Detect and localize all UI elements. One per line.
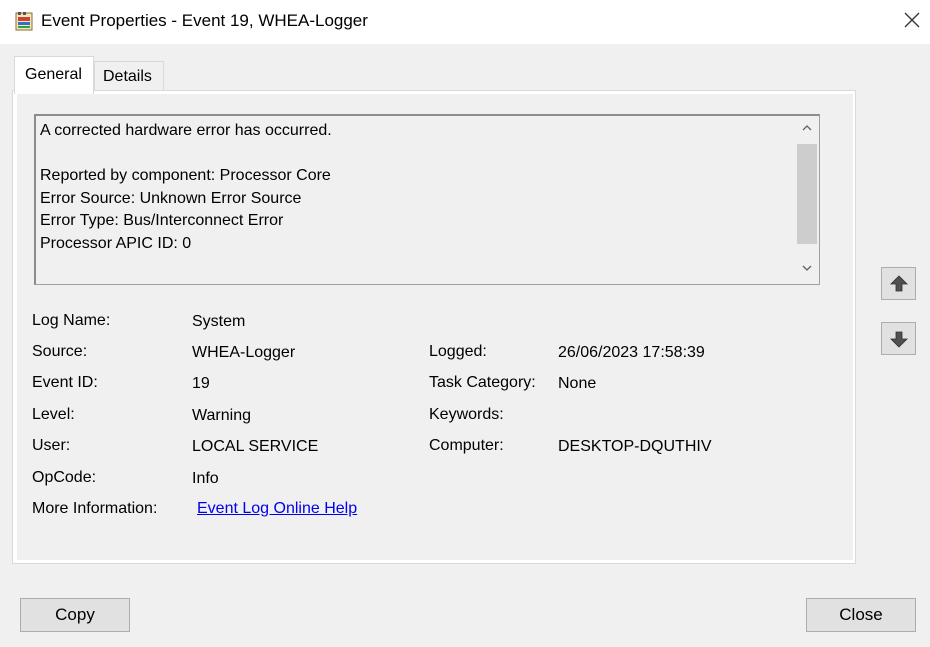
next-event-button[interactable] (881, 322, 916, 355)
close-button[interactable]: Close (806, 598, 916, 632)
task-category-label: Task Category: (429, 374, 536, 391)
source-label: Source: (32, 343, 88, 360)
level-value: Warning (192, 407, 251, 424)
more-information-label: More Information: (32, 500, 158, 517)
log-name-value: System (192, 313, 246, 330)
arrow-up-icon (890, 275, 908, 292)
previous-event-button[interactable] (881, 267, 916, 300)
keywords-label: Keywords: (429, 406, 504, 423)
level-label: Level: (32, 406, 75, 423)
close-icon[interactable] (896, 6, 928, 36)
logged-label: Logged: (429, 343, 487, 360)
event-description-box[interactable]: A corrected hardware error has occurred.… (34, 114, 820, 285)
logged-value: 26/06/2023 17:58:39 (558, 344, 705, 361)
tab-general[interactable]: General (14, 56, 94, 94)
opcode-label: OpCode: (32, 469, 97, 486)
description-scrollbar[interactable] (795, 116, 819, 284)
event-log-online-help-link[interactable]: Event Log Online Help (197, 500, 357, 518)
scroll-thumb[interactable] (797, 144, 817, 244)
event-description-text: A corrected hardware error has occurred.… (40, 122, 332, 252)
event-id-label: Event ID: (32, 374, 98, 391)
tab-details[interactable]: Details (94, 61, 164, 91)
scroll-up-icon[interactable] (799, 120, 815, 136)
event-id-value: 19 (192, 375, 210, 392)
event-properties-icon (14, 11, 34, 31)
scroll-down-icon[interactable] (799, 260, 815, 276)
log-name-label: Log Name: (32, 312, 111, 329)
copy-button[interactable]: Copy (20, 598, 130, 632)
computer-value: DESKTOP-DQUTHIV (558, 438, 712, 455)
computer-label: Computer: (429, 437, 504, 454)
opcode-value: Info (192, 470, 219, 487)
arrow-down-icon (890, 331, 908, 348)
user-label: User: (32, 437, 71, 454)
source-value: WHEA-Logger (192, 344, 296, 361)
title-bar: Event Properties - Event 19, WHEA-Logger (0, 0, 930, 44)
window-title: Event Properties - Event 19, WHEA-Logger (41, 11, 368, 30)
task-category-value: None (558, 375, 597, 392)
user-value: LOCAL SERVICE (192, 438, 319, 455)
